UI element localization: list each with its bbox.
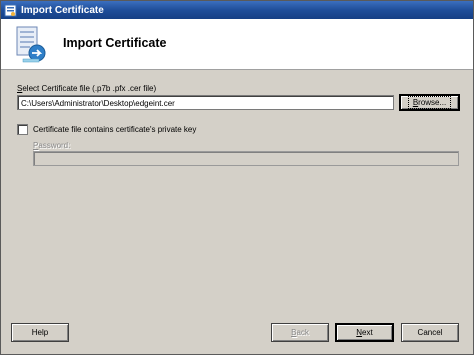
- help-button[interactable]: Help: [11, 323, 69, 342]
- import-certificate-icon: [16, 26, 46, 63]
- cancel-button[interactable]: Cancel: [401, 323, 459, 342]
- certificate-file-path-value: C:\Users\Administrator\Desktop\edgeint.c…: [21, 99, 175, 108]
- private-key-checkbox-label: Certificate file contains certificate's …: [33, 125, 197, 134]
- import-certificate-window: Import Certificate Import Certificate Se…: [0, 0, 474, 355]
- password-input[interactable]: [33, 151, 459, 166]
- password-label: Password:: [33, 141, 71, 150]
- certificate-file-label: Select Certificate file (.p7b .pfx .cer …: [17, 84, 157, 93]
- private-key-checkbox[interactable]: [17, 124, 28, 135]
- browse-button[interactable]: Browse...: [399, 94, 460, 111]
- back-button[interactable]: Back: [271, 323, 329, 342]
- window-title: Import Certificate: [21, 4, 104, 16]
- certificate-app-icon: [4, 4, 17, 16]
- header-title: Import Certificate: [63, 36, 167, 50]
- wizard-header: Import Certificate: [1, 19, 473, 70]
- next-button[interactable]: Next: [335, 323, 394, 342]
- certificate-file-path-input[interactable]: C:\Users\Administrator\Desktop\edgeint.c…: [17, 95, 394, 110]
- title-bar[interactable]: Import Certificate: [1, 1, 473, 19]
